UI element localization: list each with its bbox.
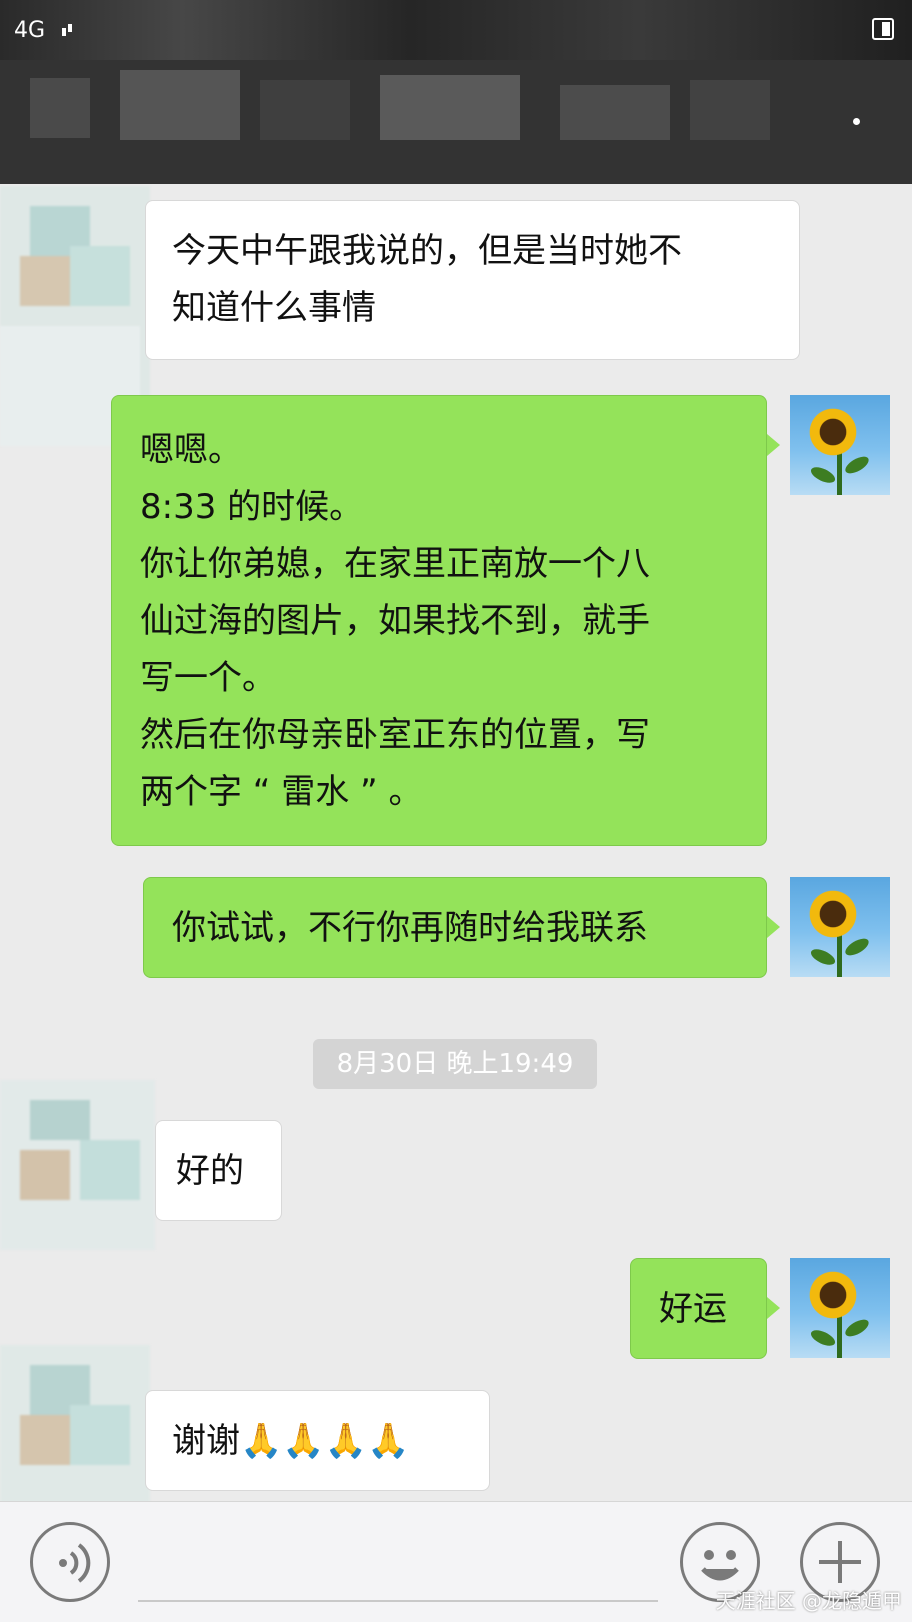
- chat-input-bar: 天涯社区 @龙隐遁甲: [0, 1501, 912, 1622]
- bubble-tail: [767, 434, 780, 456]
- sunflower-avatar[interactable]: [790, 1258, 890, 1358]
- signal-icon: [62, 28, 66, 36]
- message-bubble-received[interactable]: 谢谢🙏🙏🙏🙏: [145, 1390, 490, 1491]
- message-input[interactable]: [138, 1600, 658, 1602]
- watermark: 天涯社区 @龙隐遁甲: [715, 1589, 902, 1613]
- message-bubble-received[interactable]: 好的: [155, 1120, 282, 1221]
- bubble-tail: [767, 1297, 780, 1319]
- voice-button[interactable]: [30, 1522, 110, 1602]
- network-indicator: 4G: [14, 18, 46, 43]
- contact-avatar[interactable]: [0, 1080, 155, 1250]
- sunflower-avatar[interactable]: [790, 877, 890, 977]
- sunflower-avatar[interactable]: [790, 395, 890, 495]
- status-bar: 4G: [0, 0, 912, 60]
- message-bubble-sent[interactable]: 你试试，不行你再随时给我联系: [143, 877, 767, 978]
- message-bubble-received[interactable]: 今天中午跟我说的，但是当时她不 知道什么事情: [145, 200, 800, 360]
- chat-title-bar: [0, 60, 912, 184]
- message-bubble-sent[interactable]: 好运: [630, 1258, 767, 1359]
- more-options-icon[interactable]: [853, 118, 860, 125]
- bubble-tail: [767, 916, 780, 938]
- message-bubble-sent[interactable]: 嗯嗯。 8:33 的时候。 你让你弟媳，在家里正南放一个八 仙过海的图片，如果找…: [111, 395, 767, 846]
- chat-timestamp: 8月30日 晚上19:49: [313, 1039, 597, 1089]
- battery-icon: [872, 18, 894, 40]
- voice-icon: [59, 1543, 91, 1583]
